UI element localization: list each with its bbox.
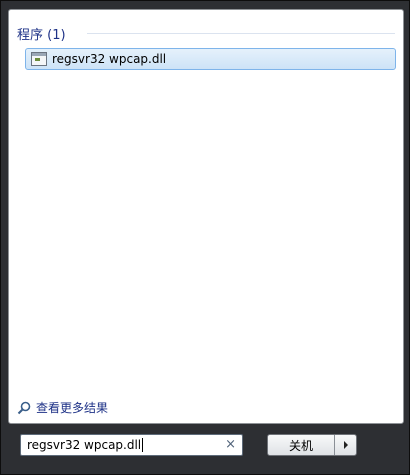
text-caret	[142, 438, 144, 452]
clear-search-icon[interactable]: ×	[225, 437, 236, 453]
chevron-right-icon	[343, 441, 348, 449]
magnifier-icon	[17, 401, 31, 414]
start-menu: 程序 (1) regsvr32 wpcap.dll 查看更多结果 regsvr3…	[0, 0, 410, 475]
search-input-value: regsvr32 wpcap.dll	[27, 438, 142, 452]
shutdown-button[interactable]: 关机	[268, 435, 335, 455]
section-divider	[87, 33, 395, 34]
result-item-regsvr32[interactable]: regsvr32 wpcap.dll	[25, 48, 396, 70]
search-results-panel: 程序 (1) regsvr32 wpcap.dll 查看更多结果	[8, 9, 404, 424]
shutdown-button-group: 关机	[267, 434, 357, 456]
see-more-results-link[interactable]: 查看更多结果	[17, 399, 108, 416]
section-title-programs: 程序 (1)	[17, 28, 66, 43]
shutdown-options-button[interactable]	[335, 435, 356, 455]
see-more-results-label: 查看更多结果	[36, 401, 109, 415]
console-app-icon	[31, 52, 47, 66]
search-input[interactable]: regsvr32 wpcap.dll ×	[20, 434, 243, 456]
result-item-label: regsvr32 wpcap.dll	[52, 52, 167, 66]
